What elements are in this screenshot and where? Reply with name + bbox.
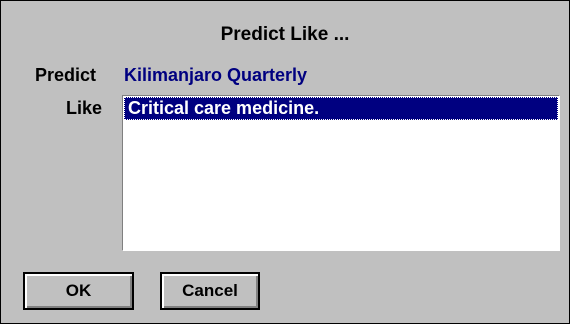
cancel-button[interactable]: Cancel	[160, 272, 260, 310]
predict-like-dialog: Predict Like ... Predict Kilimanjaro Qua…	[0, 0, 570, 324]
predict-value: Kilimanjaro Quarterly	[124, 65, 308, 85]
like-label: Like	[66, 98, 103, 118]
dialog-title: Predict Like ...	[220, 24, 350, 45]
predict-label: Predict	[35, 65, 97, 85]
like-listbox[interactable]: Critical care medicine.	[122, 95, 560, 251]
ok-button[interactable]: OK	[23, 272, 134, 310]
like-list-item-selected[interactable]: Critical care medicine.	[124, 97, 558, 120]
